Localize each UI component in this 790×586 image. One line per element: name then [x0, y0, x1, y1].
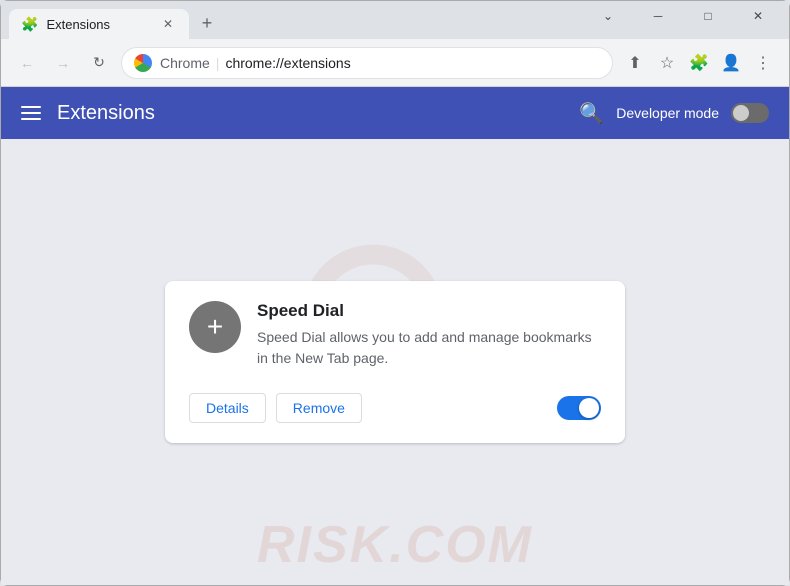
close-button[interactable]: ✕: [735, 2, 781, 30]
extensions-header: Extensions 🔍 Developer mode: [1, 87, 789, 139]
browser-toolbar: ← → ↻ Chrome | chrome://extensions ⬆ ☆ 🧩…: [1, 39, 789, 87]
address-chrome-label: Chrome: [160, 55, 210, 71]
tab-close-button[interactable]: ✕: [159, 15, 177, 33]
extension-enabled-toggle[interactable]: [557, 396, 601, 420]
extensions-icon[interactable]: 🧩: [685, 49, 713, 77]
hamburger-line: [21, 112, 41, 114]
extension-info: Speed Dial Speed Dial allows you to add …: [257, 301, 601, 369]
share-icon[interactable]: ⬆: [621, 49, 649, 77]
extensions-tab[interactable]: 🧩 Extensions ✕: [9, 9, 189, 39]
extension-card-bottom: Details Remove: [189, 393, 601, 423]
main-content: RISK.COM + Speed Dial Speed Dial allows …: [1, 139, 789, 585]
watermark-text: RISK.COM: [257, 515, 533, 575]
extension-toggle-knob: [579, 398, 599, 418]
search-icon[interactable]: 🔍: [579, 101, 604, 126]
extension-name: Speed Dial: [257, 301, 601, 321]
header-right-controls: 🔍 Developer mode: [579, 101, 769, 126]
extension-icon: +: [189, 301, 241, 353]
window-controls: ⌄ ─ □ ✕: [585, 2, 781, 30]
details-button[interactable]: Details: [189, 393, 266, 423]
new-tab-button[interactable]: +: [193, 9, 221, 37]
hamburger-line: [21, 106, 41, 108]
address-text: Chrome | chrome://extensions: [160, 55, 351, 71]
menu-icon[interactable]: ⋮: [749, 49, 777, 77]
maximize-button[interactable]: □: [685, 2, 731, 30]
profile-icon[interactable]: 👤: [717, 49, 745, 77]
extensions-page-title: Extensions: [57, 102, 563, 125]
title-bar: 🧩 Extensions ✕ + ⌄ ─ □ ✕: [1, 1, 789, 39]
remove-button[interactable]: Remove: [276, 393, 362, 423]
developer-mode-label: Developer mode: [616, 105, 719, 121]
extension-card: + Speed Dial Speed Dial allows you to ad…: [165, 281, 625, 443]
extension-card-top: + Speed Dial Speed Dial allows you to ad…: [189, 301, 601, 369]
minimize-button[interactable]: ─: [635, 2, 681, 30]
reload-button[interactable]: ↻: [85, 49, 113, 77]
hamburger-line: [21, 118, 41, 120]
toggle-knob: [733, 105, 749, 121]
forward-button[interactable]: →: [49, 49, 77, 77]
address-url: chrome://extensions: [225, 55, 350, 71]
address-bar[interactable]: Chrome | chrome://extensions: [121, 47, 613, 79]
developer-mode-toggle[interactable]: [731, 103, 769, 123]
chevron-button[interactable]: ⌄: [585, 2, 631, 30]
extension-description: Speed Dial allows you to add and manage …: [257, 327, 601, 369]
chrome-logo-icon: [134, 54, 152, 72]
back-button[interactable]: ←: [13, 49, 41, 77]
toolbar-icons: ⬆ ☆ 🧩 👤 ⋮: [621, 49, 777, 77]
hamburger-menu-button[interactable]: [21, 106, 41, 120]
bookmark-icon[interactable]: ☆: [653, 49, 681, 77]
extension-buttons: Details Remove: [189, 393, 362, 423]
address-separator: |: [216, 55, 220, 71]
tab-title: Extensions: [46, 17, 151, 32]
tab-strip: 🧩 Extensions ✕ +: [9, 1, 585, 39]
tab-puzzle-icon: 🧩: [21, 16, 38, 33]
